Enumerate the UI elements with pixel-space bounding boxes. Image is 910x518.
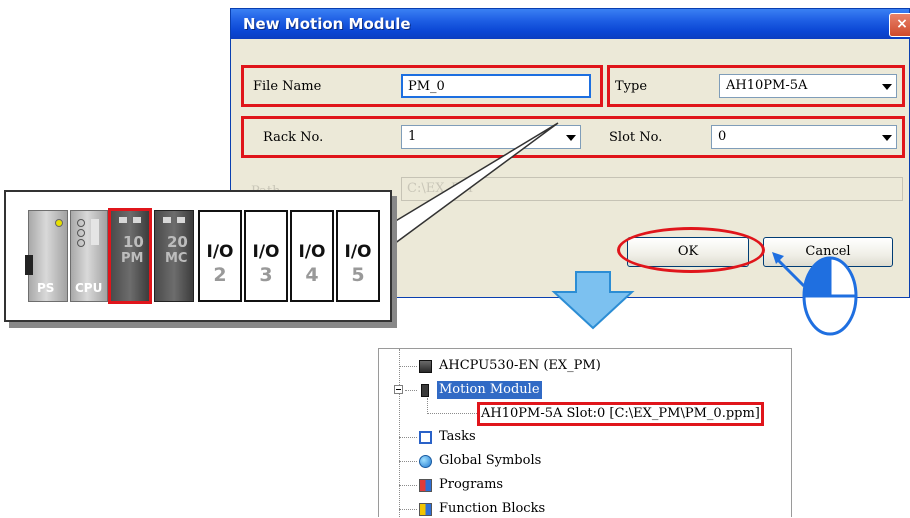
tree-line [399, 437, 417, 438]
io-slot-number: 2 [213, 264, 227, 286]
tree-line [427, 413, 477, 414]
rack-illustration: PS CPU 10 PM 20 MC I/O 2 I/O 3 I/O 4 I/O… [4, 190, 392, 322]
tree-line [399, 461, 417, 462]
io-slot-4: I/O 4 [290, 210, 334, 302]
switch-icon [91, 219, 99, 245]
function-blocks-icon [419, 503, 432, 516]
collapse-icon[interactable] [394, 385, 403, 394]
connector-icon [25, 255, 33, 275]
cpu-module: CPU [70, 210, 108, 302]
programs-icon [419, 479, 432, 492]
ps-module: PS [25, 210, 68, 302]
tree-item-label: Motion Module [437, 381, 542, 399]
io-slot-5: I/O 5 [336, 210, 380, 302]
tree-line [399, 485, 417, 486]
tree-line [405, 390, 417, 391]
io-slot-label: I/O [298, 242, 326, 262]
project-tree: AHCPU530-EN (EX_PM) Motion Module AH10PM… [378, 348, 792, 517]
cpu-label: CPU [75, 281, 103, 295]
tree-line [399, 509, 417, 510]
ps-label: PS [37, 281, 55, 295]
led-icon [163, 217, 171, 223]
io-slot-label: I/O [206, 242, 234, 262]
led-icon [77, 239, 85, 247]
plc-icon [419, 360, 432, 373]
led-icon [177, 217, 185, 223]
io-slot-number: 4 [305, 264, 319, 286]
led-icon [77, 229, 85, 237]
tree-item-motion-child[interactable]: AH10PM-5A Slot:0 [C:\EX_PM\PM_0.ppm] [477, 402, 764, 426]
tree-item-label: AHCPU530-EN (EX_PM) [439, 358, 601, 373]
tree-item-label: Global Symbols [439, 453, 542, 468]
globe-icon [419, 455, 432, 468]
io-slot-label: I/O [344, 242, 372, 262]
tree-item-label: Tasks [439, 429, 476, 444]
tree-line [399, 349, 400, 517]
tasks-icon [419, 431, 432, 444]
io-slot-label: I/O [252, 242, 280, 262]
io-slot-3: I/O 3 [244, 210, 288, 302]
tree-line [427, 398, 428, 414]
module-icon [421, 384, 429, 397]
led-icon [77, 219, 85, 227]
tree-item-label: Programs [439, 477, 504, 492]
mc-module-number: 20 [167, 233, 188, 251]
led-icon [55, 219, 63, 227]
mc-module: 20 MC [154, 210, 194, 302]
io-slot-number: 5 [351, 264, 365, 286]
mc-module-type: MC [165, 251, 188, 266]
io-slot-number: 3 [259, 264, 273, 286]
tree-line [399, 366, 417, 367]
tree-item-label: AH10PM-5A Slot:0 [C:\EX_PM\PM_0.ppm] [481, 406, 760, 421]
mouse-icon [772, 252, 858, 336]
pm-module-highlight [108, 208, 152, 304]
down-arrow-icon [551, 271, 635, 330]
io-slot-2: I/O 2 [198, 210, 242, 302]
tree-item-label: Function Blocks [439, 501, 546, 516]
